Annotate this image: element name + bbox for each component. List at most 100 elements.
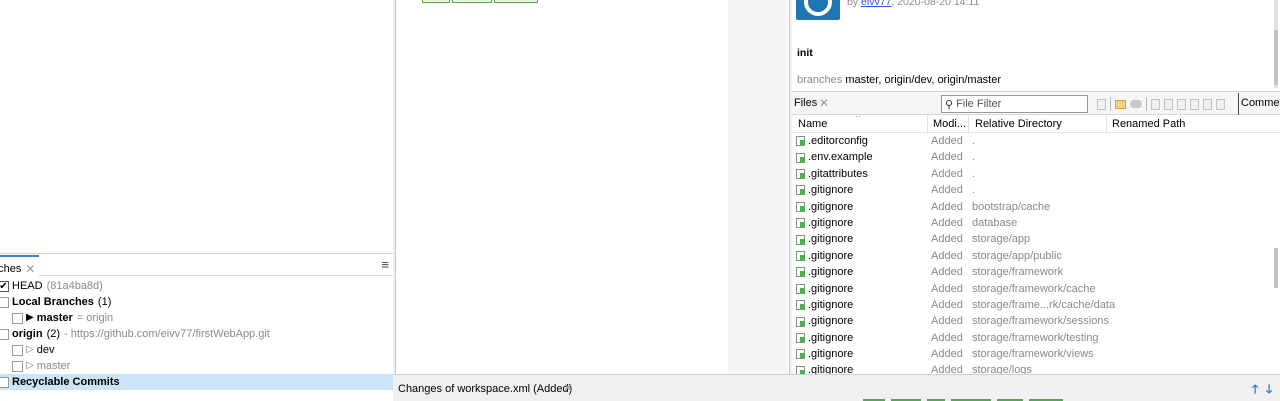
table-row[interactable]: .gitattributes Added.: [792, 166, 1280, 182]
file-added-icon: [796, 218, 805, 229]
file-added-icon: [796, 267, 805, 278]
files-toolbar-icons: [1097, 97, 1225, 111]
tree-item-head[interactable]: ✔ HEAD (81a4ba8d): [0, 278, 393, 294]
column-header-relative-directory[interactable]: Relative Directory: [975, 118, 1062, 130]
table-row[interactable]: .gitignore Added storage/app/public: [792, 248, 1280, 264]
table-row[interactable]: .gitignore Added database: [792, 215, 1280, 231]
close-icon[interactable]: ✕: [819, 97, 829, 109]
folder-icon[interactable]: [1115, 99, 1126, 109]
column-header-modification[interactable]: Modi...: [933, 118, 966, 130]
table-header: ^ Name Modi... Relative Directory Rename…: [792, 116, 1280, 133]
files-scrollbar[interactable]: [1274, 248, 1278, 288]
table-row[interactable]: .gitignore Added storage/framework/cache: [792, 281, 1280, 297]
master-checkbox[interactable]: [12, 312, 23, 324]
arrow-up-icon[interactable]: 🡑: [1252, 380, 1258, 401]
file-icon[interactable]: [1177, 98, 1186, 110]
author-link[interactable]: eivv77: [861, 0, 891, 8]
table-row[interactable]: .env.example Added.: [792, 149, 1280, 165]
hamburger-menu-icon[interactable]: ≡: [381, 257, 389, 272]
tab-comments[interactable]: Commen: [1238, 93, 1280, 115]
table-row[interactable]: .editorconfig Added.: [792, 133, 1280, 149]
relative-directory-cell: storage/framework/cache: [972, 282, 1096, 295]
tab-branches[interactable]: nches ✕: [0, 255, 40, 276]
recyclable-commits-label: Recyclable Commits: [12, 376, 120, 388]
cloud-icon[interactable]: [1130, 100, 1142, 108]
origin-dev-checkbox[interactable]: [12, 344, 23, 356]
tree-item-local-branches[interactable]: Local Branches (1): [0, 294, 393, 310]
file-icon[interactable]: [1203, 98, 1212, 110]
file-icon[interactable]: [1216, 98, 1225, 110]
relative-directory-cell: storage/framework/sessions: [972, 315, 1109, 328]
file-icon[interactable]: [1151, 98, 1160, 110]
file-filter-input[interactable]: ⚲ File Filter: [941, 95, 1088, 113]
tab-files[interactable]: Files: [794, 97, 817, 109]
tree-item-master[interactable]: ▶ master = origin: [0, 310, 393, 326]
table-row[interactable]: .gitignore Added storage/framework/session…: [792, 313, 1280, 329]
file-name: .gitignore: [808, 184, 854, 197]
file-filter-placeholder: File Filter: [956, 98, 1002, 110]
file-added-icon: [796, 152, 805, 163]
column-header-renamed-path[interactable]: Renamed Path: [1112, 118, 1185, 130]
file-name-cell: .gitignore: [796, 264, 853, 280]
file-name-cell: .gitignore: [796, 199, 853, 215]
table-row[interactable]: .gitignore Added storage/framework/testing: [792, 330, 1280, 346]
table-row[interactable]: .gitignore Added.: [792, 182, 1280, 198]
search-icon: ⚲: [945, 98, 954, 111]
file-added-icon: [796, 316, 805, 327]
head-label: HEAD: [12, 280, 43, 292]
relative-directory-cell: storage/app: [972, 233, 1031, 246]
tree-item-origin-dev[interactable]: ▷ dev: [0, 342, 393, 358]
tree-item-origin-master[interactable]: ▷ master: [0, 358, 393, 374]
modification-cell: Added: [931, 298, 963, 311]
table-row[interactable]: .gitignore Added storage/app: [792, 231, 1280, 247]
file-name-cell: .gitignore: [796, 297, 853, 313]
branches-tree: ✔ HEAD (81a4ba8d) Local Branches (1) ▶ m…: [0, 278, 393, 390]
origin-checkbox[interactable]: [0, 328, 9, 340]
origin-master-checkbox[interactable]: [12, 360, 23, 372]
arrow-down-icon[interactable]: 🡓: [1266, 380, 1272, 401]
file-icon[interactable]: [1190, 98, 1199, 110]
column-divider[interactable]: [927, 116, 928, 133]
column-divider[interactable]: [1106, 116, 1107, 133]
relative-directory-cell: .: [972, 167, 976, 180]
table-row[interactable]: .gitignore Added bootstrap/cache: [792, 199, 1280, 215]
file-name-cell: .gitignore: [796, 362, 853, 374]
local-branches-checkbox[interactable]: [0, 296, 9, 308]
table-row[interactable]: .gitignore Added storage/framework/views: [792, 346, 1280, 362]
commit-message: init: [797, 47, 813, 59]
commit-info-scrollbar[interactable]: [1274, 0, 1278, 88]
file-name: .gitignore: [808, 216, 854, 229]
column-divider[interactable]: [968, 116, 969, 133]
journal-graph-panel: [395, 0, 790, 374]
relative-directory-cell: bootstrap/cache: [972, 200, 1051, 213]
modification-cell: Added: [931, 348, 963, 361]
tab-changes[interactable]: Changes of workspace.xml (Added): [398, 383, 572, 395]
tree-item-origin[interactable]: origin (2) - https://github.com/eivv77/f…: [0, 326, 393, 342]
tree-item-recyclable-commits[interactable]: Recyclable Commits: [0, 374, 393, 390]
modification-cell: Added: [931, 315, 963, 328]
relative-directory-cell: storage/framework/testing: [972, 331, 1099, 344]
file-icon[interactable]: [1164, 98, 1173, 110]
file-name-cell: .gitignore: [796, 248, 853, 264]
head-checkbox[interactable]: ✔: [0, 280, 9, 292]
remote-branch-icon: ▷: [26, 360, 34, 371]
commit-date: , 2020-08-20 14:11: [891, 0, 980, 8]
copy-icon[interactable]: [1097, 98, 1106, 110]
file-name: .gitignore: [808, 249, 854, 262]
table-row[interactable]: .gitignore Added storage/frame...rk/cache/…: [792, 297, 1280, 313]
file-added-icon: [796, 300, 805, 311]
recyclable-commits-checkbox[interactable]: [0, 376, 9, 388]
author-line: by eivv77, 2020-08-20 14:11: [847, 0, 979, 8]
file-name-cell: .gitignore: [796, 182, 853, 198]
relative-directory-cell: database: [972, 216, 1018, 229]
table-row[interactable]: .gitignore Added storage/logs: [792, 362, 1280, 374]
modification-cell: Added: [931, 331, 963, 344]
close-icon[interactable]: ✕: [25, 263, 35, 275]
file-name-cell: .gitignore: [796, 231, 853, 247]
column-header-name[interactable]: Name: [798, 118, 827, 130]
close-icon[interactable]: ✕: [563, 382, 573, 394]
table-row[interactable]: .gitignore Added storage/framework: [792, 264, 1280, 280]
origin-master-label: master: [36, 360, 71, 372]
changes-panel: Changes of workspace.xml (Added) ✕ 🡑 🡓: [393, 374, 1280, 401]
modification-cell: Added: [931, 216, 963, 229]
